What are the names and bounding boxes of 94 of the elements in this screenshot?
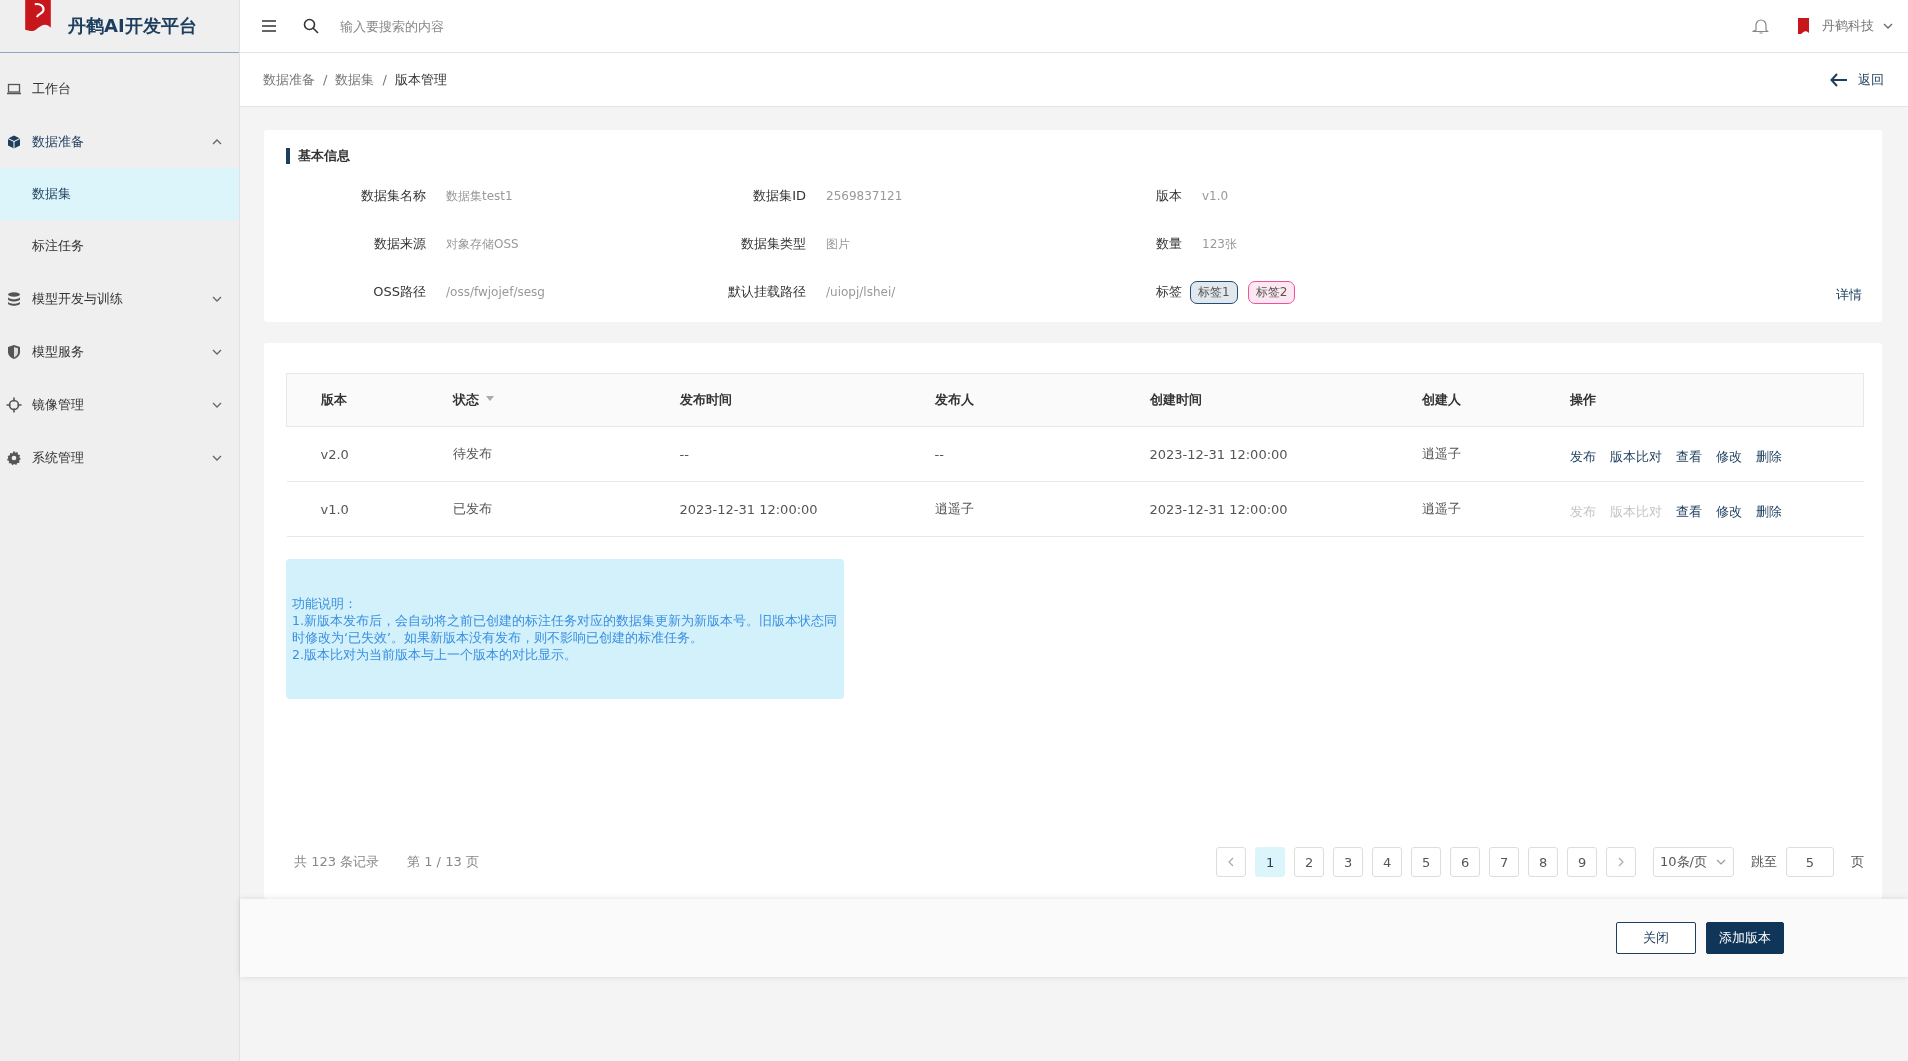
bell-icon[interactable] bbox=[1752, 17, 1770, 35]
back-arrow-icon[interactable] bbox=[1830, 72, 1848, 87]
back-link[interactable]: 返回 bbox=[1858, 70, 1884, 89]
page-button[interactable]: 7 bbox=[1489, 847, 1520, 877]
page-button[interactable]: 6 bbox=[1450, 847, 1481, 877]
action-link[interactable]: 版本比对 bbox=[1609, 448, 1662, 466]
column-header: 发布时间 bbox=[645, 373, 901, 427]
field-value: 2569837121 bbox=[826, 189, 903, 203]
field-value: /uiopj/lshei/ bbox=[826, 285, 896, 299]
breadcrumb-item[interactable]: 数据集 bbox=[335, 70, 375, 89]
sidebar-subitem[interactable]: 标注任务 bbox=[0, 220, 239, 272]
shield-icon bbox=[6, 343, 22, 360]
field-label: 默认挂载路径 bbox=[727, 283, 806, 301]
sidebar-item[interactable]: 系统管理 bbox=[0, 431, 239, 484]
note-text: 1.新版本发布后，会自动将之前已创建的标注任务对应的数据集更新为新版本号。旧版本状态同时修改为‘已失效’。如果新版本没有发布，则不影响已创建的标准任务。 bbox=[292, 612, 838, 646]
jump-label: 跳至 bbox=[1751, 853, 1777, 871]
user-menu[interactable]: 丹鹤科技 bbox=[1822, 17, 1874, 35]
field-label: 版本 bbox=[1155, 187, 1182, 205]
brand-name: 丹鹤AI开发平台 bbox=[68, 14, 197, 38]
column-header: 发布人 bbox=[900, 373, 1116, 427]
table-cell: -- bbox=[645, 426, 901, 482]
breadcrumb-item[interactable]: 数据准备 bbox=[263, 70, 315, 89]
add-version-button[interactable]: 添加版本 bbox=[1706, 922, 1784, 954]
page-button[interactable]: 5 bbox=[1411, 847, 1442, 877]
database-icon bbox=[6, 290, 22, 307]
page-button[interactable]: 2 bbox=[1294, 847, 1325, 877]
details-link[interactable]: 详情 bbox=[1836, 286, 1862, 304]
sidebar-item[interactable]: 模型开发与训练 bbox=[0, 272, 239, 325]
field-value: /oss/fwjojef/sesg bbox=[446, 285, 545, 299]
field-label: 标签 bbox=[1155, 283, 1182, 301]
action-link[interactable]: 修改 bbox=[1715, 503, 1742, 521]
section-title: 基本信息 bbox=[286, 148, 1864, 164]
sidebar-item[interactable]: 模型服务 bbox=[0, 325, 239, 378]
action-link[interactable]: 查看 bbox=[1675, 448, 1702, 466]
table-cell: v1.0 bbox=[286, 481, 419, 537]
column-header: 创建人 bbox=[1387, 373, 1536, 427]
table-cell: 待发布 bbox=[418, 426, 646, 482]
column-header: 状态 bbox=[418, 373, 646, 427]
field-label: 数量 bbox=[1155, 235, 1182, 253]
jump-field[interactable]: 5 bbox=[1786, 847, 1834, 877]
logo-icon bbox=[22, 0, 54, 32]
page-button[interactable]: 3 bbox=[1333, 847, 1364, 877]
note-text: 功能说明： bbox=[292, 595, 358, 612]
page-suffix: 页 bbox=[1851, 853, 1864, 871]
note-text: 2.版本比对为当前版本与上一个版本的对比显示。 bbox=[292, 646, 578, 663]
field-label: 数据来源 bbox=[373, 235, 426, 253]
table-cell: -- bbox=[900, 426, 1116, 482]
column-header: 操作 bbox=[1535, 373, 1864, 427]
table-cell: 逍遥子 bbox=[1387, 481, 1536, 537]
sidebar-item[interactable]: 镜像管理 bbox=[0, 378, 239, 431]
field-label: 数据集ID bbox=[752, 187, 806, 205]
field-label: OSS路径 bbox=[372, 283, 426, 301]
action-link[interactable]: 发布 bbox=[1569, 448, 1596, 466]
settings-icon bbox=[6, 449, 22, 466]
table-cell: 2023-12-31 12:00:00 bbox=[1115, 426, 1388, 482]
page-button[interactable]: 1 bbox=[1255, 847, 1286, 877]
breadcrumb-item: 版本管理 bbox=[394, 70, 447, 89]
table-cell: 逍遥子 bbox=[900, 481, 1116, 537]
breadcrumb-separator: / bbox=[382, 72, 387, 87]
tag: 标签1 bbox=[1190, 280, 1238, 304]
table-cell: 逍遥子 bbox=[1387, 426, 1536, 482]
field-value: 123张 bbox=[1202, 235, 1237, 253]
page-button[interactable]: 4 bbox=[1372, 847, 1403, 877]
column-header: 版本 bbox=[286, 373, 419, 427]
sidebar-subitem[interactable]: 数据集 bbox=[0, 168, 239, 220]
action-link[interactable]: 删除 bbox=[1755, 448, 1782, 466]
search-icon[interactable] bbox=[302, 17, 320, 35]
page-size-select[interactable]: 10条/页 bbox=[1653, 847, 1734, 877]
column-header: 创建时间 bbox=[1115, 373, 1388, 427]
sidebar-item[interactable]: 工作台 bbox=[0, 62, 239, 115]
field-value: v1.0 bbox=[1202, 189, 1229, 203]
table-cell: v2.0 bbox=[286, 426, 419, 482]
field-value: 对象存储OSS bbox=[446, 235, 519, 253]
field-label: 数据集类型 bbox=[740, 235, 806, 253]
crosshair-icon bbox=[6, 396, 22, 413]
breadcrumb-separator: / bbox=[323, 72, 328, 87]
field-label: 数据集名称 bbox=[360, 187, 426, 205]
action-link[interactable]: 删除 bbox=[1755, 503, 1782, 521]
page-button[interactable]: 9 bbox=[1567, 847, 1598, 877]
menu-icon[interactable] bbox=[260, 17, 278, 35]
close-button[interactable]: 关闭 bbox=[1616, 922, 1696, 954]
field-value: 数据集test1 bbox=[446, 187, 513, 205]
action-link[interactable]: 查看 bbox=[1675, 503, 1702, 521]
sidebar-item[interactable]: 数据准备 bbox=[0, 115, 239, 168]
tag: 标签2 bbox=[1247, 280, 1296, 304]
table-cell: 2023-12-31 12:00:00 bbox=[645, 481, 901, 537]
action-link[interactable]: 修改 bbox=[1715, 448, 1742, 466]
page-info: 第 1 / 13 页 bbox=[407, 853, 479, 871]
cube-icon bbox=[6, 133, 22, 150]
total-count: 共 123 条记录 bbox=[294, 853, 380, 871]
table-cell: 2023-12-31 12:00:00 bbox=[1115, 481, 1388, 537]
page-button[interactable]: 8 bbox=[1528, 847, 1559, 877]
field-value: 图片 bbox=[826, 235, 850, 253]
table-cell: 已发布 bbox=[418, 481, 646, 537]
